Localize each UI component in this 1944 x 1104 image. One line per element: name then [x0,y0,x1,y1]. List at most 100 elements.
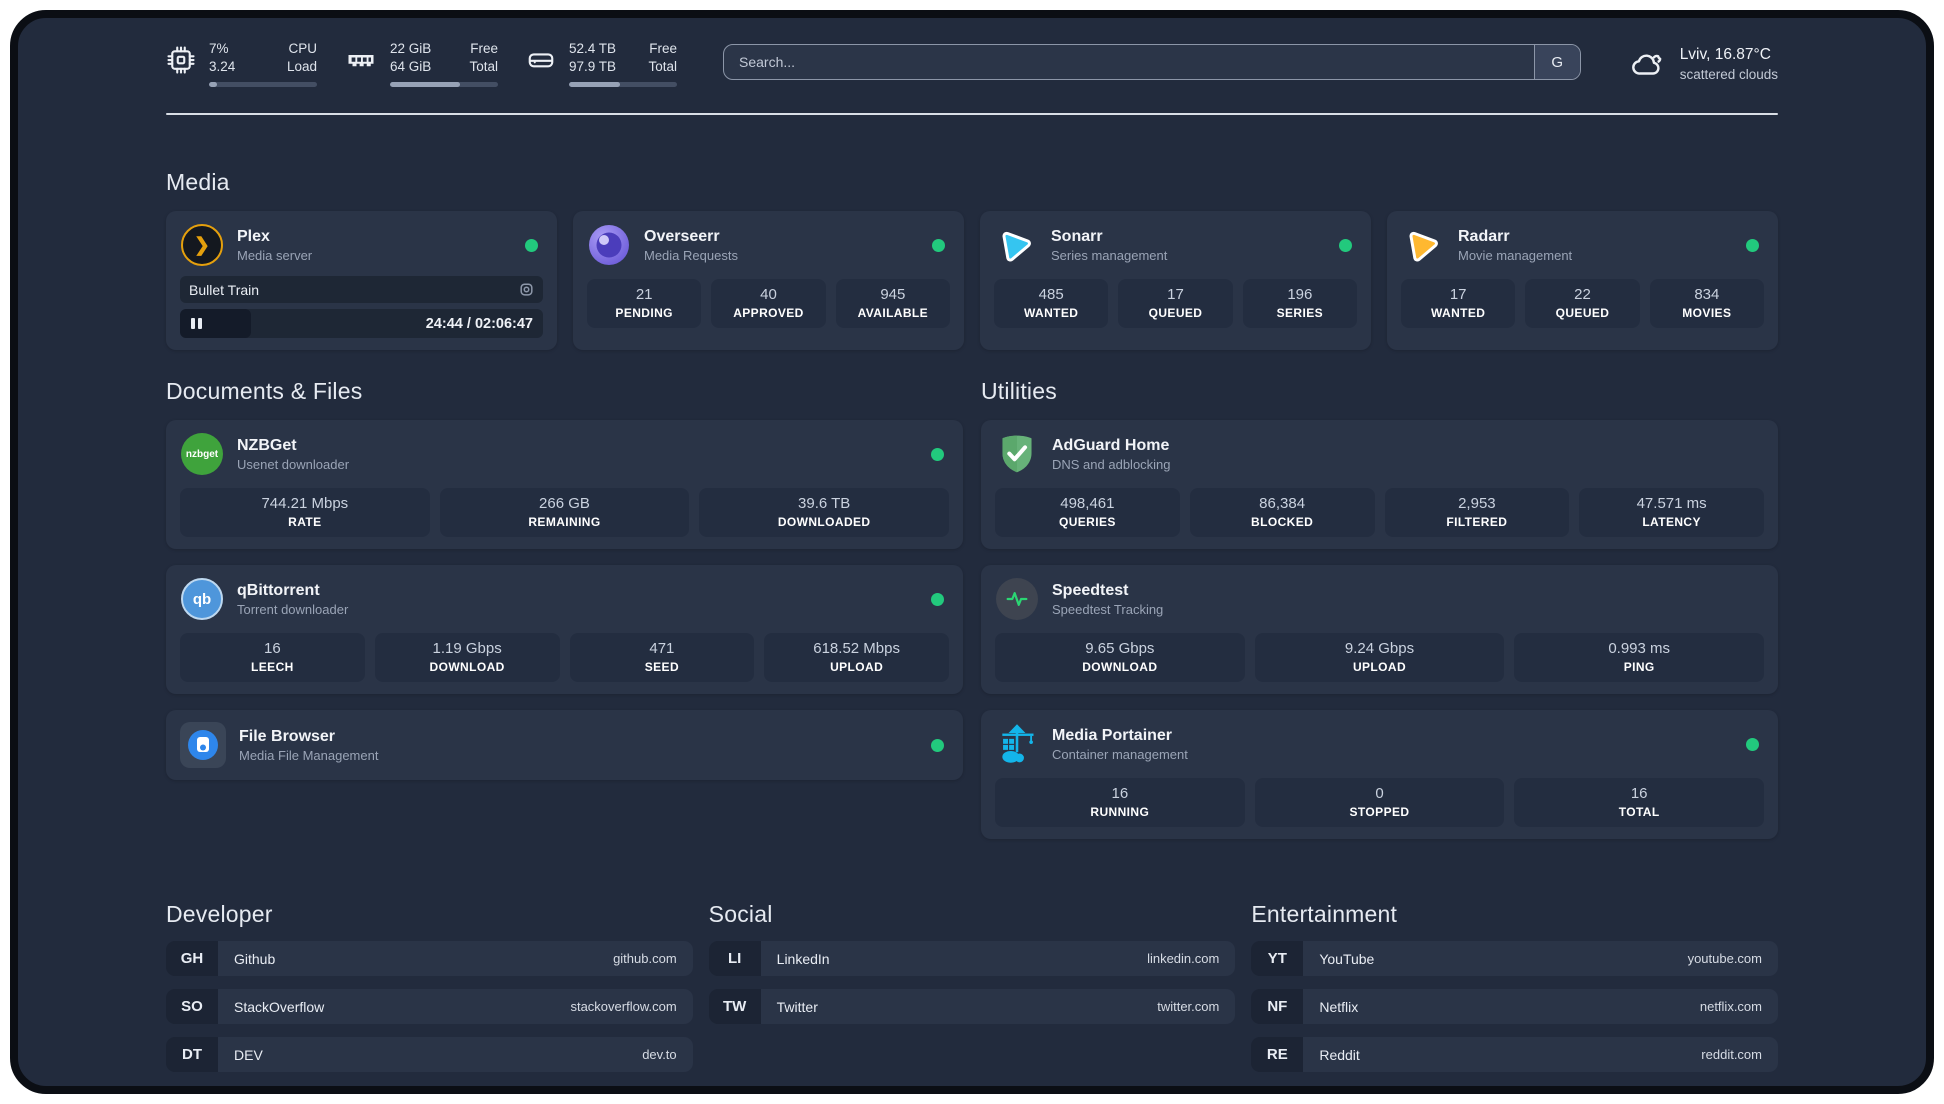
app-subtitle: Container management [1052,746,1188,762]
bookmark-name: Reddit [1319,1046,1360,1063]
section-title-developer: Developer [166,901,273,928]
stat-box: 86,384 BLOCKED [1189,488,1375,538]
stats-row: 16 RUNNING 0 STOPPED 16 TOTAL [995,778,1764,828]
scattered-clouds-icon [1627,48,1667,82]
stats-row: 498,461 QUERIES 86,384 BLOCKED 2,953 FIL… [995,488,1764,538]
app-subtitle: Media File Management [239,747,379,763]
status-dot [525,238,538,252]
section-entertainment: Entertainment YT YouTube youtube.com NF … [1251,901,1778,1073]
app-subtitle: Torrent downloader [237,601,349,617]
stat-box: 22 QUEUED [1525,279,1640,329]
stat-box: 39.6 TB DOWNLOADED [699,488,949,538]
status-dot [1746,238,1759,252]
weather-condition: scattered clouds [1679,67,1778,83]
app-card-filebrowser: File Browser Media File Management [166,710,963,781]
app-link-plex[interactable]: ❯ Plex Media server [180,223,543,267]
app-title: Speedtest [1052,581,1129,599]
radarr-icon [1401,223,1445,267]
bookmark-linkedin[interactable]: LI LinkedIn linkedin.com [708,941,1236,977]
disk-total-value: 97.9 TB [569,59,617,75]
nzbget-icon: nzbget [180,432,224,476]
app-card-plex: ❯ Plex Media server Bullet Train 24:44 /… [166,211,557,351]
memory-total-value: 64 GiB [390,59,432,75]
search-provider-button[interactable]: G [1533,45,1580,79]
bookmark-reddit[interactable]: RE Reddit reddit.com [1251,1037,1778,1073]
section-title-media: Media [166,169,230,196]
status-dot [931,447,944,461]
adguard-icon [995,432,1039,476]
app-link-overseerr[interactable]: Overseerr Media Requests [587,223,950,267]
app-subtitle: Media server [237,247,313,263]
status-dot [931,738,944,752]
cpu-progress-bar [209,82,317,88]
memory-total-label: Total [469,59,498,75]
search-input[interactable] [724,45,1534,79]
app-link-sonarr[interactable]: Sonarr Series management [994,223,1357,267]
status-dot [1339,238,1352,252]
app-card-speedtest: Speedtest Speedtest Tracking 9.65 Gbps D… [981,565,1778,695]
memory-free-value: 22 GiB [390,41,432,56]
app-card-sonarr: Sonarr Series management 485 WANTED 17 Q… [980,211,1371,351]
bookmark-abbr: SO [166,989,218,1025]
qbittorrent-icon: qb [180,577,224,621]
bookmark-url: youtube.com [1687,951,1762,967]
app-link-speedtest[interactable]: Speedtest Speedtest Tracking [995,577,1764,621]
app-link-nzbget[interactable]: nzbget NZBGet Usenet downloader [180,432,949,476]
stat-box: 16 RUNNING [995,778,1245,828]
app-title: Overseerr [644,227,720,245]
stat-box: 471 SEED [569,633,755,683]
plex-icon: ❯ [180,223,224,267]
app-title: NZBGet [237,436,297,454]
stat-box: 945 AVAILABLE [835,279,950,329]
bookmark-url: twitter.com [1157,999,1220,1015]
memory-free-label: Free [470,41,498,56]
app-link-adguard[interactable]: AdGuard Home DNS and adblocking [995,432,1764,476]
sonarr-icon [994,223,1038,267]
bookmark-dev[interactable]: DT DEV dev.to [166,1037,693,1073]
app-title: File Browser [239,727,336,745]
bookmark-youtube[interactable]: YT YouTube youtube.com [1251,941,1778,977]
app-title: Sonarr [1051,227,1103,245]
dashboard-window: 7% 3.24 CPU Load 22 GiB 64 GiB Free Tota… [10,10,1934,1094]
section-developer: Developer GH Github github.com SO StackO… [166,901,693,1073]
bookmark-abbr: LI [708,941,761,977]
cpu-progress-fill [209,82,217,88]
section-title-entertainment: Entertainment [1251,901,1398,928]
bookmark-netflix[interactable]: NF Netflix netflix.com [1251,989,1778,1025]
bookmark-abbr: YT [1251,941,1304,977]
resource-widget-cpu: 7% 3.24 CPU Load [166,40,317,88]
app-title: Plex [237,227,270,245]
media-grid: ❯ Plex Media server Bullet Train 24:44 /… [166,211,1778,351]
stat-box: 9.24 Gbps UPLOAD [1254,633,1505,683]
now-playing-title: Bullet Train [189,281,260,298]
disk-total-label: Total [648,59,677,75]
app-card-radarr: Radarr Movie management 17 WANTED 22 QUE… [1387,211,1778,351]
stat-box: 744.21 Mbps RATE [180,488,430,538]
app-link-filebrowser[interactable]: File Browser Media File Management [180,722,949,769]
memory-icon [345,45,377,75]
stat-box: 17 WANTED [1401,279,1516,329]
app-subtitle: Series management [1051,247,1168,263]
cpu-label: CPU [288,41,317,56]
stat-box: 266 GB REMAINING [439,488,690,538]
bookmark-name: Netflix [1319,998,1359,1015]
bookmark-name: StackOverflow [234,998,325,1015]
playback-progress-bar: 24:44 / 02:06:47 [180,309,543,339]
app-link-qbittorrent[interactable]: qb qBittorrent Torrent downloader [180,577,949,621]
bookmark-stackoverflow[interactable]: SO StackOverflow stackoverflow.com [166,989,693,1025]
load-label: Load [286,59,317,75]
stat-box: 47.571 ms LATENCY [1579,488,1764,538]
system-resources: 7% 3.24 CPU Load 22 GiB 64 GiB Free Tota… [166,40,677,88]
bookmark-github[interactable]: GH Github github.com [166,941,693,977]
app-link-portainer[interactable]: Media Portainer Container management [995,722,1764,766]
stat-box: 0 STOPPED [1254,778,1505,828]
stat-box: 498,461 QUERIES [995,488,1180,538]
app-link-radarr[interactable]: Radarr Movie management [1401,223,1764,267]
bookmark-twitter[interactable]: TW Twitter twitter.com [708,989,1236,1025]
stat-box: 834 MOVIES [1649,279,1764,329]
app-card-portainer: Media Portainer Container management 16 … [981,710,1778,840]
pause-icon [191,318,202,330]
bookmark-url: reddit.com [1701,1047,1762,1063]
header-bar: 7% 3.24 CPU Load 22 GiB 64 GiB Free Tota… [166,40,1778,88]
bookmark-url: dev.to [642,1047,677,1063]
